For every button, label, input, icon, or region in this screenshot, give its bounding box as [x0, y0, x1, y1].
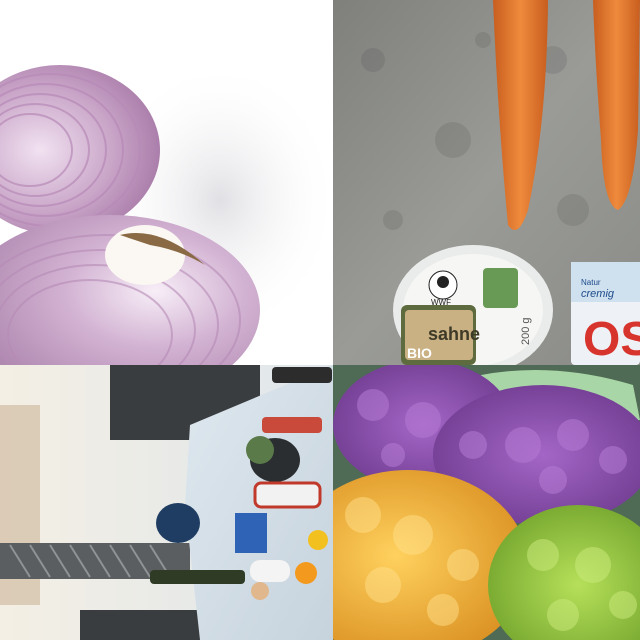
- tub-badge-text: WWF: [431, 298, 451, 307]
- vase-blue: [156, 503, 200, 543]
- image-collage: BIO sahne WWF 200 g Natur cremig OS: [0, 0, 640, 640]
- salt-box: [235, 513, 267, 553]
- carrots-photo: BIO sahne WWF 200 g Natur cremig OS: [333, 0, 640, 365]
- bottle-top: [272, 367, 332, 383]
- egg: [251, 582, 269, 600]
- olive-oil: [150, 570, 245, 584]
- package-big-text: OS: [583, 313, 640, 365]
- red-onion-photo: [0, 0, 333, 365]
- tub-brand-text: BIO: [407, 345, 432, 361]
- egg-carton: [250, 560, 290, 582]
- tub-name-text: sahne: [428, 324, 480, 344]
- package-line2: cremig: [581, 288, 615, 300]
- patio-table-photo: [0, 365, 333, 640]
- tub-weight-text: 200 g: [520, 317, 532, 345]
- chair-back-bottom: [80, 610, 215, 640]
- orange-1: [295, 562, 317, 584]
- package-line1: Natur: [581, 278, 601, 287]
- lemon-1: [308, 530, 328, 550]
- spice-jar: [253, 481, 322, 509]
- bottle-2: [262, 417, 322, 433]
- cauliflower-photo: [333, 365, 640, 640]
